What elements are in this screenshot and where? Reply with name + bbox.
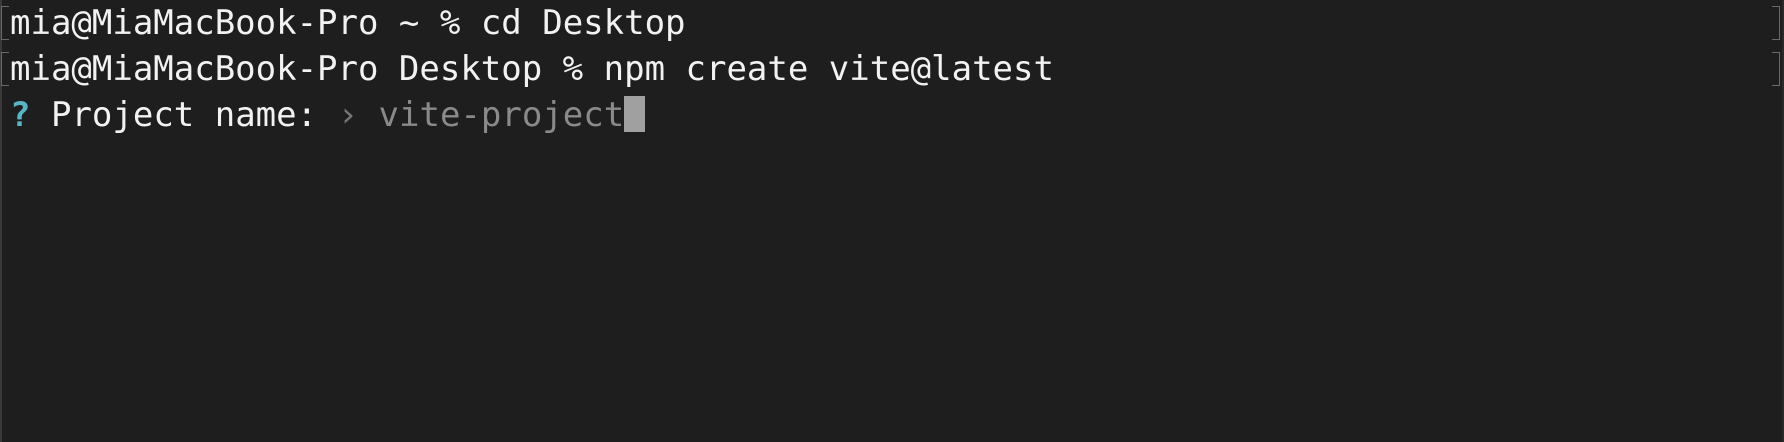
terminal-line: mia@MiaMacBook-Pro Desktop % npm create … [10, 46, 1054, 92]
question-mark-icon: ? [10, 95, 31, 135]
chevron-right-icon: › [337, 95, 359, 135]
project-name-placeholder[interactable]: vite-project [379, 95, 625, 135]
project-name-prompt[interactable]: ? Project name: › vite-project [10, 92, 646, 138]
terminal-window[interactable]: mia@MiaMacBook-Pro ~ % cd Desktop mia@Mi… [0, 0, 1784, 442]
shell-command: cd Desktop [480, 3, 686, 43]
command-mark-left-1 [1, 6, 9, 40]
shell-prompt: mia@MiaMacBook-Pro ~ % [10, 3, 481, 43]
shell-prompt: mia@MiaMacBook-Pro Desktop % [10, 49, 604, 89]
prompt-label: Project name: [50, 95, 318, 135]
text-cursor [624, 96, 646, 132]
command-mark-right-2 [1772, 52, 1780, 86]
command-mark-right-1 [1772, 6, 1780, 40]
terminal-line: mia@MiaMacBook-Pro ~ % cd Desktop [10, 0, 686, 46]
command-mark-left-2 [1, 52, 9, 86]
shell-command: npm create vite@latest [603, 49, 1054, 89]
